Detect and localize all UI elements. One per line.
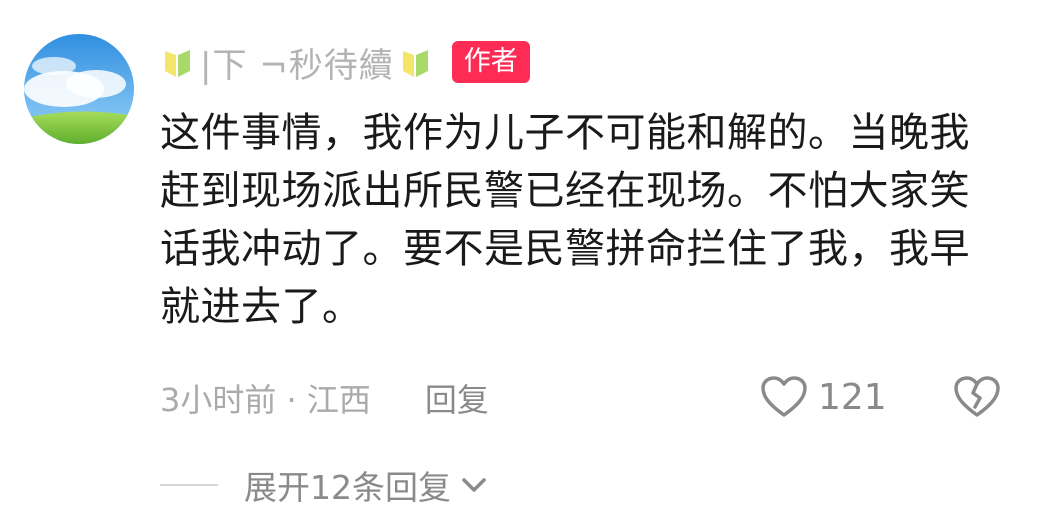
comment-meta: 3小时前 · 江西 回复 [160,374,489,422]
chevron-down-icon[interactable] [459,475,489,495]
username[interactable]: |下 ¬秒待續 [200,38,394,87]
comment-author-row: |下 ¬秒待續 作者 [162,38,530,86]
heart-outline-icon[interactable] [760,375,808,419]
leaf-icon [400,45,432,79]
reply-button[interactable]: 回复 [425,375,489,421]
expand-replies-label[interactable]: 展开12条回复 [244,461,451,509]
comment-text: 这件事情，我作为儿子不可能和解的。当晚我赶到现场派出所民警已经在现场。不怕大家笑… [160,110,970,330]
expand-replies[interactable]: 展开12条回复 [160,462,489,508]
author-badge: 作者 [451,41,530,83]
leaf-icon [162,45,194,79]
avatar[interactable] [24,34,134,144]
broken-heart-icon[interactable] [953,375,1001,419]
comment-time-location: 3小时前 · 江西 [160,381,371,419]
divider-line [160,484,218,486]
like-count: 121 [818,377,887,418]
